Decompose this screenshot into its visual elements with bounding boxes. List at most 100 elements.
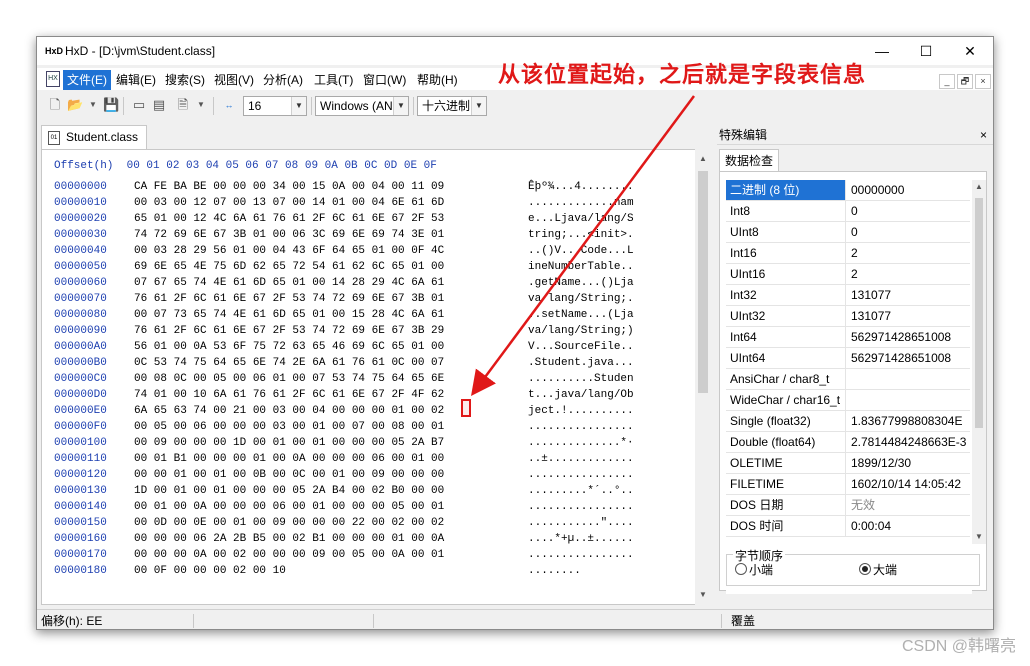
ascii-row[interactable]: ................ <box>528 499 634 515</box>
open-folder-icon[interactable]: 📂 <box>67 97 83 113</box>
open-ram-icon[interactable]: ▤ <box>151 97 167 113</box>
hex-bytes-row[interactable]: CA FE BA BE 00 00 00 34 00 15 0A 00 04 0… <box>134 179 444 195</box>
ascii-row[interactable]: ........ <box>528 563 581 579</box>
scroll-up-icon[interactable]: ▲ <box>695 151 711 167</box>
inspector-value[interactable]: 无效 <box>847 495 969 515</box>
inspector-value[interactable]: 2 <box>847 264 969 284</box>
inspector-value[interactable]: 562971428651008 <box>847 348 969 368</box>
inspector-value[interactable]: 131077 <box>847 285 969 305</box>
menu-help[interactable]: 帮助(H) <box>413 70 462 90</box>
ascii-row[interactable]: ..()V...Code...L <box>528 243 634 259</box>
inspector-row[interactable]: DOS 日期 无效 <box>726 495 970 516</box>
inspector-value[interactable]: 1.83677998808304E <box>847 411 969 431</box>
inspector-value[interactable]: 562971428651008 <box>847 327 969 347</box>
ascii-row[interactable]: t...java/lang/Ob <box>528 387 634 403</box>
little-endian-radio[interactable] <box>735 563 747 575</box>
hex-scrollbar[interactable]: ▲ ▼ <box>695 149 711 605</box>
hex-bytes-row[interactable]: 0C 53 74 75 64 65 6E 74 2E 6A 61 76 61 0… <box>134 355 444 371</box>
dropdown-arrow-icon[interactable]: ▼ <box>193 97 209 113</box>
hex-bytes-row[interactable]: 56 01 00 0A 53 6F 75 72 63 65 46 69 6C 6… <box>134 339 444 355</box>
menu-view[interactable]: 视图(V) <box>210 70 258 90</box>
ascii-row[interactable]: ineNumberTable.. <box>528 259 634 275</box>
hex-bytes-row[interactable]: 00 00 00 06 2A 2B B5 00 02 B1 00 00 00 0… <box>134 531 444 547</box>
inspector-value[interactable] <box>847 390 969 410</box>
ascii-row[interactable]: V...SourceFile.. <box>528 339 634 355</box>
hex-bytes-row[interactable]: 00 00 00 0A 00 02 00 00 00 09 00 05 00 0… <box>134 547 444 563</box>
inspector-row[interactable]: Int16 2 <box>726 243 970 264</box>
ascii-row[interactable]: va/lang/String;) <box>528 323 634 339</box>
hex-bytes-row[interactable]: 1D 00 01 00 01 00 00 00 05 2A B4 00 02 B… <box>134 483 444 499</box>
ascii-row[interactable]: tring;...<init>. <box>528 227 634 243</box>
new-file-icon[interactable]: 🗋 <box>47 97 63 113</box>
menu-search[interactable]: 搜索(S) <box>161 70 209 90</box>
inspector-value[interactable] <box>847 369 969 389</box>
ascii-row[interactable]: e...Ljava/lang/S <box>528 211 634 227</box>
hex-bytes-row[interactable]: 69 6E 65 4E 75 6D 62 65 72 54 61 62 6C 6… <box>134 259 444 275</box>
hex-bytes-row[interactable]: 76 61 2F 6C 61 6E 67 2F 53 74 72 69 6E 6… <box>134 323 444 339</box>
hex-editor-pane[interactable]: Offset(h) 00 01 02 03 04 05 06 07 08 09 … <box>41 149 711 605</box>
inspector-row[interactable]: UInt64 562971428651008 <box>726 348 970 369</box>
inspector-value[interactable]: 0 <box>847 222 969 242</box>
hex-bytes-row[interactable]: 00 09 00 00 00 1D 00 01 00 01 00 00 00 0… <box>134 435 444 451</box>
inspector-value[interactable]: 131077 <box>847 306 969 326</box>
hex-bytes-row[interactable]: 65 01 00 12 4C 6A 61 76 61 2F 6C 61 6E 6… <box>134 211 444 227</box>
ascii-row[interactable]: ................ <box>528 547 634 563</box>
hex-bytes-row[interactable]: 00 00 01 00 01 00 0B 00 0C 00 01 00 09 0… <box>134 467 444 483</box>
inspector-row[interactable]: WideChar / char16_t <box>726 390 970 411</box>
hex-bytes-row[interactable]: 07 67 65 74 4E 61 6D 65 01 00 14 28 29 4… <box>134 275 444 291</box>
ascii-row[interactable]: Êþº¾...4........ <box>528 179 634 195</box>
ascii-row[interactable]: va/lang/String;. <box>528 291 634 307</box>
properties-icon[interactable]: 🗎 <box>175 97 191 113</box>
big-endian-radio[interactable] <box>859 563 871 575</box>
inspector-value[interactable]: 0 <box>847 201 969 221</box>
close-button[interactable]: ✕ <box>947 37 993 65</box>
inspector-row[interactable]: AnsiChar / char8_t <box>726 369 970 390</box>
inspector-scrollbar[interactable]: ▲ ▼ <box>972 180 986 544</box>
scroll-down-icon[interactable]: ▼ <box>695 587 711 603</box>
hex-bytes-row[interactable]: 00 01 B1 00 00 00 01 00 0A 00 00 00 06 0… <box>134 451 444 467</box>
bytes-per-row-combo[interactable]: 16 ▼ <box>243 96 307 116</box>
dropdown-arrow-icon[interactable]: ▼ <box>85 97 101 113</box>
hex-bytes-row[interactable]: 74 72 69 6E 67 3B 01 00 06 3C 69 6E 69 7… <box>134 227 444 243</box>
hex-bytes-row[interactable]: 76 61 2F 6C 61 6E 67 2F 53 74 72 69 6E 6… <box>134 291 444 307</box>
inspector-row[interactable]: Double (float64) 2.7814484248663E-3 <box>726 432 970 453</box>
inspector-row[interactable]: Int64 562971428651008 <box>726 327 970 348</box>
ascii-row[interactable]: .........*´..°.. <box>528 483 634 499</box>
hex-bytes-row[interactable]: 00 01 00 0A 00 00 00 06 00 01 00 00 00 0… <box>134 499 444 515</box>
scroll-up-icon[interactable]: ▲ <box>972 180 986 194</box>
ascii-row[interactable]: ................ <box>528 467 634 483</box>
mdi-restore-button[interactable]: 🗗 <box>957 74 973 89</box>
ascii-row[interactable]: ..........Studen <box>528 371 634 387</box>
offset-base-combo[interactable]: 十六进制 ▼ <box>417 96 487 116</box>
ascii-row[interactable]: ..setName...(Lja <box>528 307 634 323</box>
tab-student-class[interactable]: 01 Student.class <box>41 125 147 149</box>
hex-bytes-row[interactable]: 00 0F 00 00 00 02 00 10 <box>134 563 286 579</box>
inspector-row[interactable]: UInt8 0 <box>726 222 970 243</box>
hex-bytes-row[interactable]: 6A 65 63 74 00 21 00 03 00 04 00 00 00 0… <box>134 403 444 419</box>
menu-analysis[interactable]: 分析(A) <box>259 70 307 90</box>
ascii-row[interactable]: .............nam <box>528 195 634 211</box>
inspector-value[interactable]: 2.7814484248663E-3 <box>847 432 969 452</box>
ascii-row[interactable]: ...........".... <box>528 515 634 531</box>
panel-close-icon[interactable]: × <box>980 125 987 145</box>
ascii-row[interactable]: ..............*· <box>528 435 634 451</box>
hex-bytes-row[interactable]: 00 03 28 29 56 01 00 04 43 6F 64 65 01 0… <box>134 243 444 259</box>
save-icon[interactable]: 💾 <box>103 97 119 113</box>
inspector-row[interactable]: OLETIME 1899/12/30 <box>726 453 970 474</box>
menu-edit[interactable]: 编辑(E) <box>112 70 160 90</box>
tab-data-inspector[interactable]: 数据检查 <box>719 149 779 171</box>
ascii-row[interactable]: ..±............. <box>528 451 634 467</box>
inspector-row[interactable]: FILETIME 1602/10/14 14:05:42 <box>726 474 970 495</box>
scroll-down-icon[interactable]: ▼ <box>972 530 986 544</box>
inspector-row[interactable]: 二进制 (8 位) 00000000 <box>726 180 970 201</box>
ascii-row[interactable]: .getName...()Lja <box>528 275 634 291</box>
open-disk-icon[interactable]: ▭ <box>131 97 147 113</box>
inspector-row[interactable]: DOS 时间 0:00:04 <box>726 516 970 537</box>
inspector-value[interactable]: 0:00:04 <box>847 516 969 536</box>
charset-combo[interactable]: Windows (ANSI) ▼ <box>315 96 409 116</box>
inspector-row[interactable]: Int32 131077 <box>726 285 970 306</box>
scroll-thumb[interactable] <box>698 171 708 393</box>
inspector-row[interactable]: UInt32 131077 <box>726 306 970 327</box>
inspector-value[interactable]: 2 <box>847 243 969 263</box>
mdi-minimize-button[interactable]: _ <box>939 74 955 89</box>
